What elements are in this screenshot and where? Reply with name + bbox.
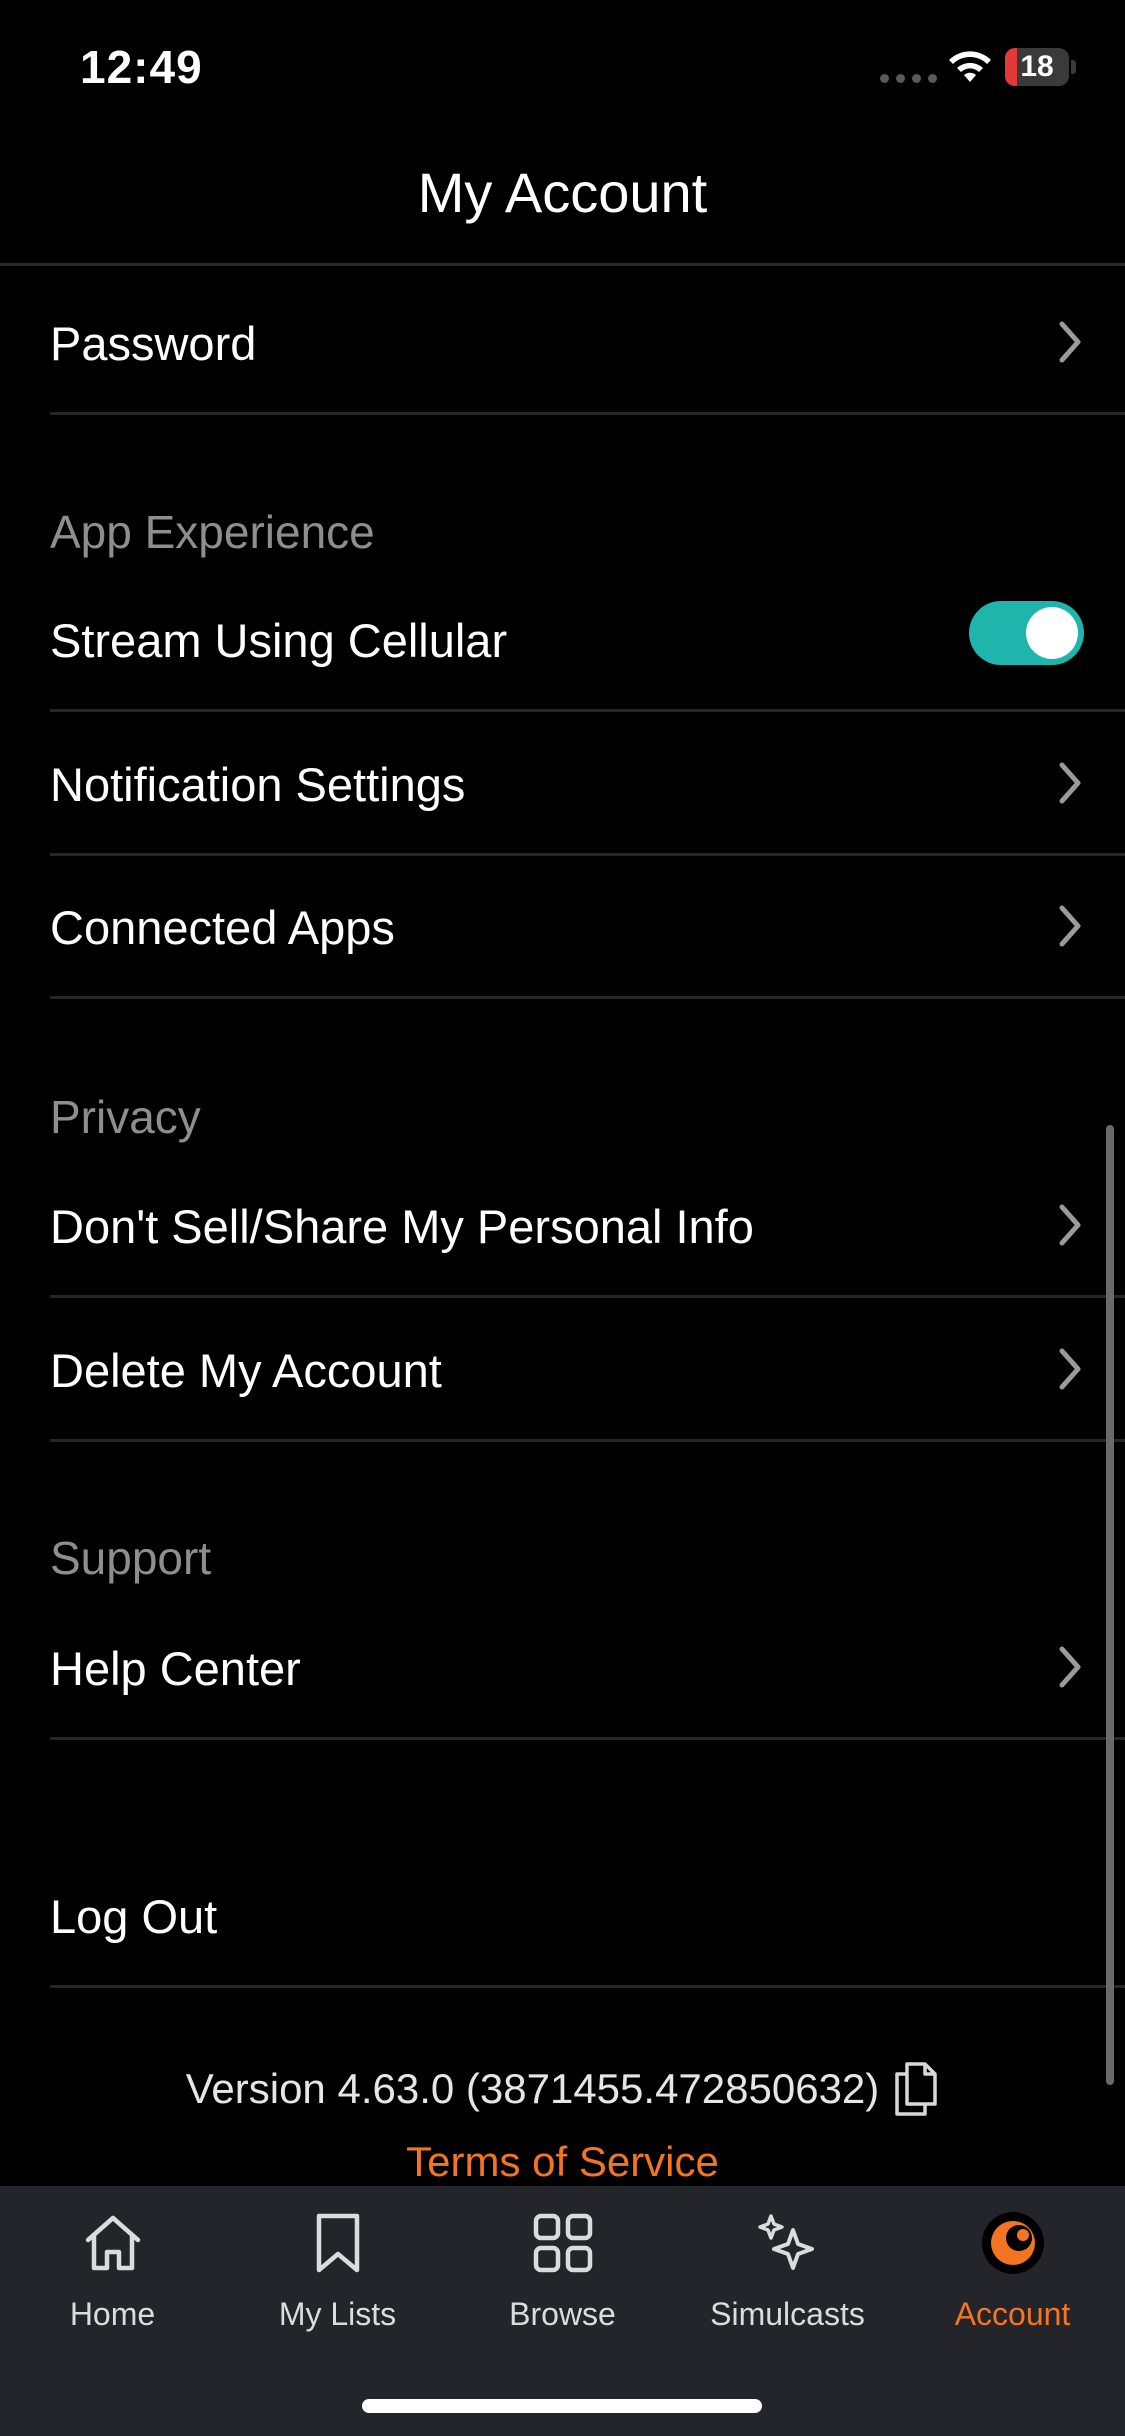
tab-simulcasts-label: Simulcasts bbox=[710, 2296, 865, 2332]
chevron-right-icon bbox=[1059, 1348, 1081, 1390]
cellular-signal-icon bbox=[880, 74, 937, 83]
section-privacy: Privacy bbox=[50, 1091, 201, 1143]
sparkle-icon bbox=[758, 2214, 814, 2270]
status-time: 12:49 bbox=[80, 41, 203, 93]
home-icon bbox=[85, 2215, 141, 2271]
connected-apps-label: Connected Apps bbox=[50, 901, 395, 954]
divider bbox=[50, 412, 1125, 415]
divider bbox=[50, 1439, 1125, 1442]
grid-icon bbox=[533, 2213, 593, 2273]
avatar-icon bbox=[982, 2212, 1044, 2274]
chevron-right-icon bbox=[1059, 1204, 1081, 1246]
tab-home-label: Home bbox=[69, 2296, 156, 2332]
log-out-button[interactable]: Log Out bbox=[50, 1847, 1125, 1988]
terms-of-service-link[interactable]: Terms of Service bbox=[0, 2138, 1125, 2186]
dont-sell-row[interactable]: Don't Sell/Share My Personal Info bbox=[50, 1157, 1125, 1298]
help-center-label: Help Center bbox=[50, 1642, 301, 1695]
delete-account-label: Delete My Account bbox=[50, 1344, 442, 1397]
page-title: My Account bbox=[417, 161, 708, 224]
scrollbar[interactable] bbox=[1106, 1125, 1114, 2085]
delete-account-row[interactable]: Delete My Account bbox=[50, 1301, 1125, 1442]
notification-settings-row[interactable]: Notification Settings bbox=[50, 715, 1125, 856]
header-divider bbox=[0, 263, 1125, 266]
tab-browse[interactable]: Browse bbox=[450, 2186, 675, 2356]
chevron-right-icon bbox=[1059, 321, 1081, 363]
tab-browse-label: Browse bbox=[509, 2296, 616, 2332]
wifi-icon bbox=[949, 51, 991, 82]
chevron-right-icon bbox=[1059, 905, 1081, 947]
version-text: Version 4.63.0 (3871455.472850632) bbox=[185, 2065, 880, 2112]
battery-icon: 18 bbox=[1005, 48, 1076, 88]
tab-account[interactable]: Account bbox=[900, 2186, 1125, 2356]
chevron-right-icon bbox=[1059, 1646, 1081, 1688]
connected-apps-row[interactable]: Connected Apps bbox=[50, 858, 1125, 999]
dont-sell-label: Don't Sell/Share My Personal Info bbox=[50, 1200, 754, 1253]
log-out-label: Log Out bbox=[50, 1890, 218, 1943]
home-indicator[interactable] bbox=[362, 2399, 762, 2413]
stream-cellular-row: Stream Using Cellular bbox=[50, 571, 1125, 712]
stream-cellular-toggle[interactable] bbox=[969, 601, 1084, 665]
battery-level: 18 bbox=[1020, 50, 1054, 83]
tab-my-lists-label: My Lists bbox=[278, 2296, 397, 2332]
stream-cellular-label: Stream Using Cellular bbox=[50, 614, 508, 667]
tab-home[interactable]: Home bbox=[0, 2186, 225, 2356]
divider bbox=[50, 996, 1125, 999]
bookmark-icon bbox=[316, 2213, 360, 2273]
divider bbox=[50, 1295, 1125, 1298]
section-support: Support bbox=[50, 1532, 212, 1584]
divider bbox=[50, 709, 1125, 712]
divider bbox=[50, 1737, 1125, 1740]
section-app-experience: App Experience bbox=[50, 506, 375, 558]
notification-settings-label: Notification Settings bbox=[50, 758, 466, 811]
version-info: Version 4.63.0 (3871455.472850632) bbox=[0, 2060, 1125, 2118]
divider bbox=[50, 1985, 1125, 1988]
password-label: Password bbox=[50, 317, 257, 370]
tab-account-label: Account bbox=[954, 2296, 1071, 2332]
password-row[interactable]: Password bbox=[50, 274, 1125, 415]
copy-icon[interactable] bbox=[893, 2060, 939, 2118]
status-bar: 12:49 18 bbox=[0, 0, 1125, 140]
tab-simulcasts[interactable]: Simulcasts bbox=[675, 2186, 900, 2356]
help-center-row[interactable]: Help Center bbox=[50, 1599, 1125, 1740]
tab-my-lists[interactable]: My Lists bbox=[225, 2186, 450, 2356]
chevron-right-icon bbox=[1059, 762, 1081, 804]
divider bbox=[50, 853, 1125, 856]
